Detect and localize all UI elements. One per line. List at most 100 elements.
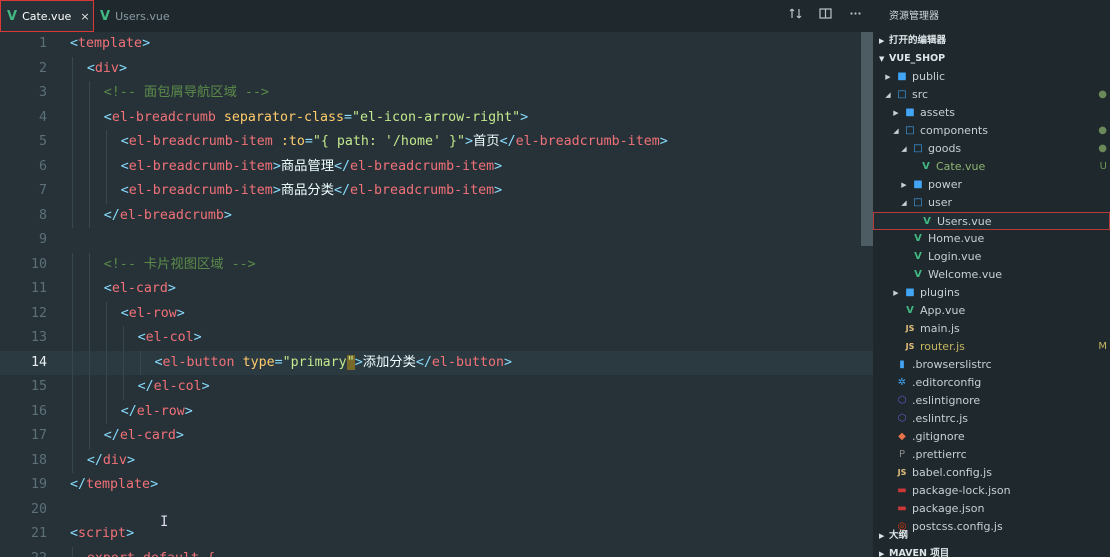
code-line[interactable]: 21 <script> bbox=[0, 522, 873, 547]
code-line[interactable]: 8 </el-breadcrumb> bbox=[0, 203, 873, 228]
git-status-badge: M bbox=[1098, 341, 1107, 352]
code-line[interactable]: 19 </template> bbox=[0, 473, 873, 498]
code-content: <el-col> bbox=[138, 326, 202, 351]
open-editors-section[interactable]: ▶ 打开的编辑器 bbox=[873, 32, 1110, 50]
chevron-right-icon[interactable]: ▶ bbox=[899, 176, 909, 194]
tree-item[interactable]: V Login.vue bbox=[873, 248, 1110, 266]
tab-users-vue[interactable]: V Users.vue bbox=[94, 0, 194, 32]
tree-item[interactable]: ◢ □ src ● bbox=[873, 86, 1110, 104]
chevron-down-icon[interactable]: ◢ bbox=[883, 86, 893, 104]
vertical-scrollbar[interactable] bbox=[861, 32, 873, 246]
tree-item[interactable]: ▶ ■ plugins bbox=[873, 284, 1110, 302]
indent-guide bbox=[72, 105, 73, 130]
code-token: <!-- 卡片视图区域 --> bbox=[103, 256, 256, 272]
close-tab-icon[interactable]: × bbox=[80, 10, 89, 23]
code-line[interactable]: 3 <!-- 面包屑导航区域 --> bbox=[0, 81, 873, 106]
code-line[interactable]: 16 </el-row> bbox=[0, 399, 873, 424]
code-token: export default { bbox=[87, 551, 215, 557]
tree-item[interactable]: ▶ ■ public bbox=[873, 68, 1110, 86]
tree-item[interactable]: ▶ ■ power bbox=[873, 176, 1110, 194]
code-line[interactable]: 13 <el-col> bbox=[0, 326, 873, 351]
code-content: <template> bbox=[70, 32, 150, 57]
indent-guide bbox=[72, 277, 73, 302]
tree-item[interactable]: V Home.vue bbox=[873, 230, 1110, 248]
code-line[interactable]: 20 bbox=[0, 498, 873, 523]
tree-item[interactable]: ◢ □ components ● bbox=[873, 122, 1110, 140]
code-line[interactable]: 15 </el-col> bbox=[0, 375, 873, 400]
indent-guide bbox=[88, 130, 90, 155]
tree-item[interactable]: ✲ .editorconfig bbox=[873, 374, 1110, 392]
chevron-right-icon[interactable]: ▶ bbox=[891, 284, 901, 302]
indent-guide bbox=[88, 424, 90, 449]
tree-item[interactable]: ▮ .browserslistrc bbox=[873, 356, 1110, 374]
chevron-down-icon: ▼ bbox=[879, 55, 885, 63]
code-token: "{ path: '/home' }" bbox=[312, 134, 465, 149]
open-changes-icon[interactable] bbox=[787, 7, 803, 24]
tree-item[interactable]: ▬ package-lock.json bbox=[873, 482, 1110, 500]
tree-item-label: App.vue bbox=[920, 304, 966, 317]
code-line[interactable]: 6 <el-breadcrumb-item>商品管理</el-breadcrumb… bbox=[0, 154, 873, 179]
chevron-down-icon[interactable]: ◢ bbox=[899, 194, 909, 212]
more-actions-icon[interactable] bbox=[847, 7, 863, 24]
indent-guide bbox=[72, 179, 73, 204]
project-section[interactable]: ▼ VUE_SHOP bbox=[873, 50, 1110, 68]
code-line[interactable]: 17 </el-card> bbox=[0, 424, 873, 449]
chevron-right-icon[interactable]: ▶ bbox=[883, 68, 893, 86]
code-area[interactable]: 1 <template> 2 <div> 3 <!-- 面包屑导航区域 --> 4 <el-b… bbox=[0, 32, 873, 557]
code-line[interactable]: 12 <el-row> bbox=[0, 301, 873, 326]
tree-item[interactable]: ⬡ .eslintrc.js bbox=[873, 410, 1110, 428]
code-line[interactable]: 11 <el-card> bbox=[0, 277, 873, 302]
code-token: > bbox=[175, 428, 184, 443]
code-line[interactable]: 5 <el-breadcrumb-item :to="{ path: '/home… bbox=[0, 130, 873, 155]
indent-guide bbox=[88, 154, 90, 179]
code-line[interactable]: 9 bbox=[0, 228, 873, 253]
tree-item[interactable]: ◢ □ goods ● bbox=[873, 140, 1110, 158]
tree-item[interactable]: V Cate.vue U bbox=[873, 158, 1110, 176]
tree-item[interactable]: JS main.js bbox=[873, 320, 1110, 338]
code-line[interactable]: 18 </div> bbox=[0, 448, 873, 473]
tree-item[interactable]: P .prettierrc bbox=[873, 446, 1110, 464]
split-editor-icon[interactable] bbox=[817, 7, 833, 24]
code-token: el-row bbox=[128, 305, 177, 321]
tree-item[interactable]: V Users.vue bbox=[873, 212, 1110, 230]
tree-item[interactable]: V Welcome.vue bbox=[873, 266, 1110, 284]
chevron-down-icon[interactable]: ◢ bbox=[899, 140, 909, 158]
tree-item[interactable]: ◢ □ user bbox=[873, 194, 1110, 212]
tree-item[interactable]: ▶ ■ assets bbox=[873, 104, 1110, 122]
tab-cate-vue[interactable]: V Cate.vue × bbox=[0, 0, 94, 32]
code-line[interactable]: 2 <div> bbox=[0, 56, 873, 81]
editor-pane[interactable]: V Cate.vue × V Users.vue 1 <template> 2 <di… bbox=[0, 0, 873, 557]
code-line[interactable]: 7 <el-breadcrumb-item>商品分类</el-breadcrumb… bbox=[0, 179, 873, 204]
tree-item[interactable]: ⬡ .eslintignore bbox=[873, 392, 1110, 410]
tree-item[interactable]: ◆ .gitignore bbox=[873, 428, 1110, 446]
code-line[interactable]: 4 <el-breadcrumb separator-class="el-icon… bbox=[0, 105, 873, 130]
code-token: 商品分类 bbox=[280, 183, 335, 198]
indent-guide bbox=[72, 448, 73, 473]
code-token: el-breadcrumb-item bbox=[350, 183, 495, 198]
code-line[interactable]: 10 <!-- 卡片视图区域 --> bbox=[0, 252, 873, 277]
indent-guide bbox=[105, 179, 107, 204]
vue-file-icon: V bbox=[7, 8, 18, 24]
tree-item[interactable]: JS router.js M bbox=[873, 338, 1110, 356]
code-token: 添加分类 bbox=[362, 354, 416, 370]
code-line[interactable]: 1 <template> bbox=[0, 32, 873, 57]
code-line[interactable]: 14 <el-button type="primary">添加分类</el-but… bbox=[0, 350, 873, 375]
file-icon: ▮ bbox=[899, 359, 905, 370]
js-file-icon: JS bbox=[905, 342, 915, 351]
code-line[interactable]: 22 export default { bbox=[0, 546, 873, 557]
line-number: 11 bbox=[30, 281, 47, 296]
tree-item-label: Welcome.vue bbox=[928, 268, 1003, 281]
tree-item[interactable]: JS babel.config.js bbox=[873, 464, 1110, 482]
file-tree: ▶ ■ public ◢ □ src ● ▶ ■ assets ◢ □ components ● ◢ □ goo… bbox=[873, 68, 1110, 536]
code-token: < bbox=[70, 36, 79, 51]
line-number: 20 bbox=[30, 501, 47, 517]
tree-item[interactable]: ▬ package.json bbox=[873, 500, 1110, 518]
tree-item-label: Login.vue bbox=[928, 250, 982, 263]
tree-item[interactable]: V App.vue bbox=[873, 302, 1110, 320]
outline-section[interactable]: ▶ 大纲 bbox=[873, 527, 1110, 545]
code-token: el-button bbox=[162, 354, 235, 370]
maven-section[interactable]: ▶ MAVEN 项目 bbox=[873, 545, 1110, 557]
code-content: <el-breadcrumb-item :to="{ path: '/home'… bbox=[121, 130, 668, 155]
chevron-down-icon[interactable]: ◢ bbox=[891, 122, 901, 140]
chevron-right-icon[interactable]: ▶ bbox=[891, 104, 901, 122]
